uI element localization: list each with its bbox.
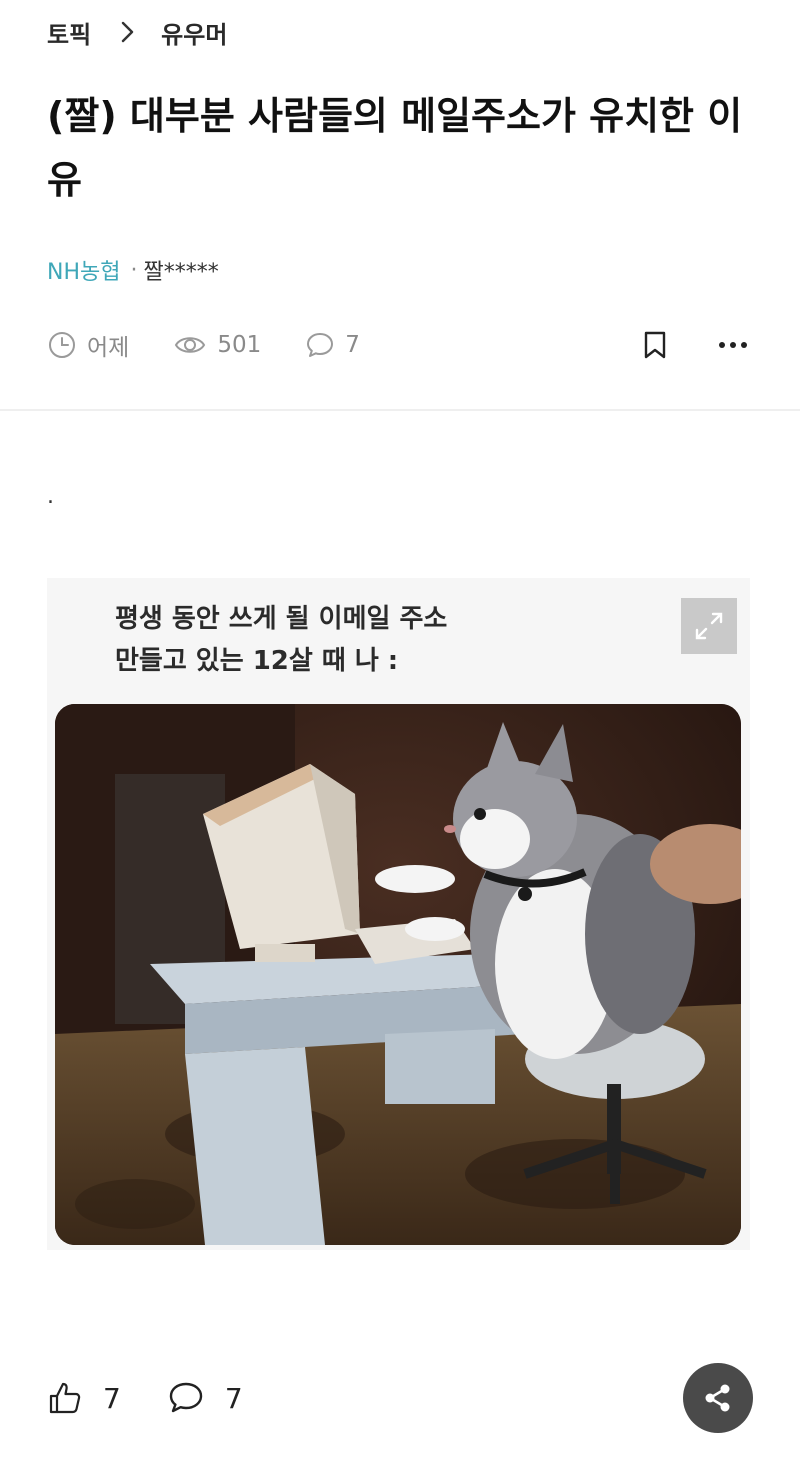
comment-icon (307, 333, 334, 357)
breadcrumb: 토픽 유우머 (47, 14, 227, 50)
chevron-right-icon (121, 21, 135, 43)
separator-dot: · (130, 257, 138, 283)
post-time-label: 어제 (87, 335, 130, 361)
more-button[interactable] (713, 325, 753, 365)
section-divider (0, 409, 800, 411)
view-count: 501 (217, 332, 262, 358)
bookmark-icon (644, 331, 666, 359)
comment-count: 7 (345, 332, 360, 358)
like-count: 7 (103, 1381, 121, 1415)
post-title: (짤) 대부분 사람들의 메일주소가 유치한 이유 (47, 94, 743, 202)
clock-icon (49, 332, 75, 358)
image-caption: 평생 동안 쓰게 될 이메일 주소 만들고 있는 12살 때 나 : (115, 598, 447, 682)
cat-photo (55, 704, 741, 1245)
expand-image-button[interactable] (681, 598, 737, 654)
author-nickname[interactable]: 짤***** (143, 254, 218, 286)
like-button[interactable]: 7 (47, 1380, 121, 1416)
post-comments[interactable]: 7 (305, 330, 360, 360)
footer-comment-button[interactable]: 7 (167, 1380, 243, 1416)
breadcrumb-topic[interactable]: 토픽 (47, 15, 91, 50)
image-caption-line2: 만들고 있는 12살 때 나 : (115, 646, 399, 676)
eye-icon (175, 337, 206, 353)
post-time: 어제 (47, 328, 129, 362)
footer-comment-count: 7 (224, 1381, 243, 1415)
post-meta: 어제 501 7 (47, 322, 753, 368)
post-body-text: . (47, 484, 54, 509)
share-icon (705, 1384, 730, 1412)
post-image[interactable]: 평생 동안 쓰게 될 이메일 주소 만들고 있는 12살 때 나 : (47, 578, 750, 1250)
company-link[interactable]: NH농협 (47, 254, 120, 286)
breadcrumb-category[interactable]: 유우머 (161, 15, 227, 50)
comment-icon (169, 1382, 203, 1413)
image-caption-line1: 평생 동안 쓰게 될 이메일 주소 (115, 604, 448, 634)
more-icon (719, 342, 747, 348)
post-footer: 7 7 (47, 1362, 753, 1434)
bookmark-button[interactable] (635, 325, 675, 365)
author-row: NH농협 · 짤***** (47, 252, 219, 288)
expand-icon (695, 612, 723, 640)
share-button[interactable] (683, 1363, 753, 1433)
thumbs-up-icon (49, 1382, 81, 1414)
post-views: 501 (173, 330, 261, 360)
